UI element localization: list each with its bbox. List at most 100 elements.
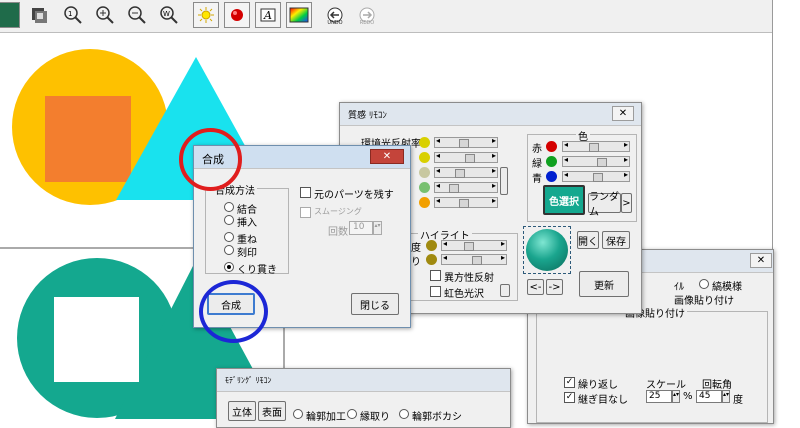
scale-spinner[interactable]: ▴▾ <box>672 390 680 403</box>
color-select-button[interactable]: 色選択 <box>543 185 585 215</box>
ambient-slider[interactable] <box>434 136 498 148</box>
material-preview-sphere[interactable] <box>526 229 568 271</box>
redo-label: REDO <box>359 20 375 26</box>
repeat-label: 繰り返し <box>578 380 618 391</box>
random-button[interactable]: ランダム <box>588 192 621 218</box>
red-slider[interactable] <box>562 140 630 152</box>
red-label: 赤 <box>532 144 542 155</box>
zoom-out-icon[interactable] <box>124 2 150 28</box>
save-button[interactable]: 保存 <box>602 231 630 249</box>
anisotropic-label: 異方性反射 <box>444 273 494 284</box>
blue-slider[interactable] <box>562 170 630 182</box>
red-ball-icon <box>546 141 557 152</box>
outline-process-label: 輪郭加工 <box>306 412 346 423</box>
gousei-close-dialog-button[interactable]: 閉じる <box>351 293 399 315</box>
repeat-checkbox[interactable]: ✓ <box>564 377 575 388</box>
highlight-strength-slider[interactable] <box>441 239 507 251</box>
open-button[interactable]: 開く <box>577 231 599 249</box>
zoom-in-icon[interactable] <box>92 2 118 28</box>
close-icon: ✕ <box>756 255 766 266</box>
slider-thumb[interactable] <box>455 169 465 178</box>
window-edge <box>772 0 800 419</box>
zoom-window-icon[interactable]: W <box>156 2 182 28</box>
stripe-radio[interactable] <box>699 279 709 289</box>
rotation-unit: 度 <box>733 395 743 406</box>
image-paste-group <box>536 311 768 423</box>
method-label-engrave: 刻印 <box>237 248 257 259</box>
outline-process-radio[interactable] <box>293 409 303 419</box>
slider-thumb[interactable] <box>597 158 607 167</box>
highlight-row1-label: 度 <box>411 243 421 254</box>
rotation-label: 回転角 <box>702 380 732 391</box>
outline-blur-radio[interactable] <box>399 409 409 419</box>
emission-slider[interactable] <box>434 196 498 208</box>
layers-icon[interactable] <box>26 2 52 28</box>
green-ball-icon <box>546 156 557 167</box>
seamless-checkbox[interactable]: ✓ <box>564 392 575 403</box>
smoothing-count-spinner[interactable]: ▴▾ <box>373 221 382 235</box>
scale-input[interactable]: 25 <box>646 390 672 403</box>
iridescent-checkbox[interactable] <box>430 286 441 297</box>
orange-square[interactable] <box>45 96 131 182</box>
green-slider[interactable] <box>562 155 630 167</box>
stripe-label: 縞模様 <box>712 282 742 293</box>
material-ball-icon[interactable] <box>224 2 250 28</box>
slider-thumb[interactable] <box>465 154 475 163</box>
slider-thumb[interactable] <box>472 256 482 265</box>
method-radio-insert[interactable] <box>224 215 234 225</box>
outline-blur-label: 輪郭ボカシ <box>412 412 462 423</box>
slider-thumb[interactable] <box>449 184 459 193</box>
scene-icon[interactable] <box>0 2 20 28</box>
method-label-insert: 挿入 <box>237 218 257 229</box>
diffuse-slider[interactable] <box>434 151 498 163</box>
modeling-title: ﾓﾃﾞﾘﾝｸﾞ ﾘﾓｺﾝ <box>225 376 272 385</box>
highlight-size-slider[interactable] <box>441 253 507 265</box>
specular-slider[interactable] <box>434 166 498 178</box>
tab-surface[interactable]: 表面 <box>258 401 286 421</box>
texture-option-left: ｲﾙ <box>674 282 684 293</box>
texture-close-button[interactable]: ✕ <box>750 253 772 268</box>
blue-ball-icon <box>546 171 557 182</box>
scale-label: スケール <box>646 380 686 391</box>
keep-parts-checkbox[interactable] <box>300 187 311 198</box>
edging-radio[interactable] <box>347 409 357 419</box>
smoothing-checkbox[interactable] <box>300 207 311 218</box>
rotation-spinner[interactable]: ▴▾ <box>722 390 730 403</box>
prev-material-button[interactable]: <- <box>527 279 544 295</box>
modeling-remote-dialog: ﾓﾃﾞﾘﾝｸﾞ ﾘﾓｺﾝ 立体 表面 輪郭加工 縁取り 輪郭ボカシ <box>216 368 511 428</box>
update-button[interactable]: 更新 <box>579 271 629 297</box>
slider-thumb[interactable] <box>459 139 469 148</box>
rotation-input[interactable]: 45 <box>696 390 722 403</box>
close-icon: ✕ <box>382 151 392 162</box>
material-close-button[interactable]: ✕ <box>612 106 634 121</box>
method-radio-engrave[interactable] <box>224 245 234 255</box>
method-radio-combine[interactable] <box>224 202 234 212</box>
palette-icon[interactable] <box>286 2 312 28</box>
slider-thumb[interactable] <box>593 173 603 182</box>
scale-unit: % <box>683 391 693 402</box>
light-icon[interactable] <box>193 2 219 28</box>
method-radio-cutout[interactable] <box>224 262 234 272</box>
gousei-close-button[interactable]: ✕ <box>370 149 404 164</box>
reflect-slider[interactable] <box>434 181 498 193</box>
slider-thumb[interactable] <box>459 199 469 208</box>
zoom-fit-icon[interactable]: 1 <box>60 2 86 28</box>
next-material-button[interactable]: -> <box>546 279 563 295</box>
text-tool-icon[interactable]: A <box>255 2 281 28</box>
slider-thumb[interactable] <box>464 242 474 251</box>
anisotropic-checkbox[interactable] <box>430 270 441 281</box>
method-radio-overlap[interactable] <box>224 232 234 242</box>
blue-label: 青 <box>532 174 542 185</box>
diffuse-ball-icon <box>419 152 430 163</box>
iridescent-extra-button[interactable] <box>500 284 510 297</box>
white-square-cutout <box>54 297 139 382</box>
material-extra-button[interactable] <box>500 167 508 195</box>
keep-parts-label: 元のパーツを残す <box>314 190 394 201</box>
tab-solid[interactable]: 立体 <box>228 401 256 421</box>
random-arrow-button[interactable]: > <box>621 193 632 213</box>
smoothing-count-input[interactable]: 10 <box>349 221 373 235</box>
emission-ball-icon <box>419 197 430 208</box>
green-label: 緑 <box>532 159 542 170</box>
undo-label: UNDO <box>327 20 343 26</box>
slider-thumb[interactable] <box>589 143 599 152</box>
